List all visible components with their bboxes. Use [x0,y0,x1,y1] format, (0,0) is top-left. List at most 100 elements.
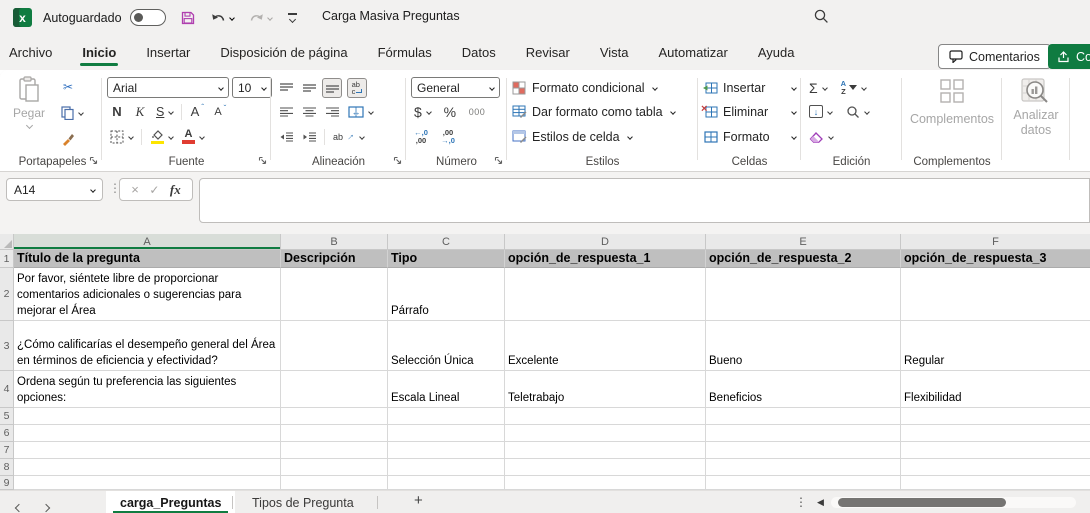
column-header-D[interactable]: D [505,234,706,250]
insert-function-icon[interactable]: fx [170,182,181,198]
tab-disposicion[interactable]: Disposición de página [218,37,349,68]
number-dialog-launcher-icon[interactable] [494,156,503,165]
tab-automatizar[interactable]: Automatizar [657,37,730,68]
cell-E3[interactable]: Bueno [706,321,901,371]
cell-A5[interactable] [14,408,281,425]
tab-formulas[interactable]: Fórmulas [376,37,434,68]
cell-A3[interactable]: ¿Cómo calificarías el desempeño general … [14,321,281,371]
increase-font-button[interactable]: Aˆ [187,102,207,122]
column-header-F[interactable]: F [901,234,1090,250]
cell-F9[interactable] [901,476,1090,490]
row-header-7[interactable]: 7 [0,442,14,459]
number-format-select[interactable]: General [411,77,500,98]
sheet-nav-right[interactable] [43,498,49,513]
cell-E2[interactable] [706,268,901,321]
search-button[interactable] [813,8,830,25]
copy-button[interactable] [58,103,86,123]
cell-A8[interactable] [14,459,281,476]
analyze-data-button[interactable]: Analizardatos [1003,78,1069,138]
cell-A6[interactable] [14,425,281,442]
currency-button[interactable]: $ [411,102,434,122]
cell-F2[interactable] [901,268,1090,321]
horizontal-scrollbar-track[interactable] [831,497,1076,508]
cell-F7[interactable] [901,442,1090,459]
align-bottom-button[interactable] [322,78,342,98]
customize-toolbar-button[interactable] [288,13,297,21]
add-sheet-button[interactable]: + [414,492,423,509]
cell-A1[interactable]: Título de la pregunta [14,250,281,268]
cell-B8[interactable] [281,459,388,476]
merge-center-button[interactable]: ↔ [345,102,376,122]
cell-E8[interactable] [706,459,901,476]
cell-F4[interactable]: Flexibilidad [901,371,1090,408]
align-center-button[interactable] [299,102,319,122]
scroll-left-arrow[interactable]: ◀ [817,497,824,508]
autosum-button[interactable]: Σ [806,78,830,98]
undo-button[interactable] [210,11,234,25]
cell-E7[interactable] [706,442,901,459]
delete-cells-button[interactable]: × Eliminar [703,102,796,122]
row-header-2[interactable]: 2 [0,268,14,321]
sort-filter-button[interactable]: AZ [838,78,869,98]
select-all-corner[interactable] [0,234,14,250]
cell-B4[interactable] [281,371,388,408]
row-header-6[interactable]: 6 [0,425,14,442]
insert-cells-button[interactable]: Insertar [703,78,796,98]
cell-C2[interactable]: Párrafo [388,268,505,321]
cell-E5[interactable] [706,408,901,425]
align-right-button[interactable] [322,102,342,122]
save-button[interactable] [180,10,196,26]
tab-ayuda[interactable]: Ayuda [756,37,797,68]
align-top-button[interactable] [276,78,296,98]
cell-F3[interactable]: Regular [901,321,1090,371]
cell-B6[interactable] [281,425,388,442]
tab-insertar[interactable]: Insertar [144,37,192,68]
comma-style-button[interactable]: 000 [466,102,489,122]
sheet-tab-carga-preguntas[interactable]: carga_Preguntas [106,491,235,513]
cell-D3[interactable]: Excelente [505,321,706,371]
cell-D7[interactable] [505,442,706,459]
decrease-indent-button[interactable] [276,127,296,147]
tab-datos[interactable]: Datos [460,37,498,68]
italic-button[interactable]: K [130,102,150,122]
font-name-select[interactable]: Arial [107,77,229,98]
font-dialog-launcher-icon[interactable] [258,156,267,165]
cell-E1[interactable]: opción_de_respuesta_2 [706,250,901,268]
cell-B1[interactable]: Descripción [281,250,388,268]
column-header-E[interactable]: E [706,234,901,250]
cell-F1[interactable]: opción_de_respuesta_3 [901,250,1090,268]
cell-D2[interactable] [505,268,706,321]
row-header-3[interactable]: 3 [0,321,14,371]
column-header-B[interactable]: B [281,234,388,250]
row-header-8[interactable]: 8 [0,459,14,476]
column-header-C[interactable]: C [388,234,505,250]
cell-D8[interactable] [505,459,706,476]
decrease-font-button[interactable]: Aˇ [210,102,230,122]
cell-B5[interactable] [281,408,388,425]
sheet-tab-tipos-de-pregunta[interactable]: Tipos de Pregunta [238,491,368,513]
row-header-1[interactable]: 1 [0,250,14,268]
cell-B2[interactable] [281,268,388,321]
cell-B9[interactable] [281,476,388,490]
cell-C9[interactable] [388,476,505,490]
font-size-select[interactable]: 10 [232,77,272,98]
tab-vista[interactable]: Vista [598,37,631,68]
sheet-nav-left[interactable] [16,498,22,513]
align-left-button[interactable] [276,102,296,122]
paste-button[interactable]: Pegar [10,76,48,128]
format-as-table-button[interactable]: Dar formato como tabla [512,102,675,122]
underline-button[interactable]: S [153,102,176,122]
excel-logo-icon[interactable]: x [13,8,32,27]
cell-C7[interactable] [388,442,505,459]
cell-B3[interactable] [281,321,388,371]
cancel-icon[interactable]: × [131,182,139,197]
addins-button[interactable]: Complementos [903,78,1001,126]
alignment-dialog-launcher-icon[interactable] [393,156,402,165]
tab-archivo[interactable]: Archivo [7,37,54,68]
percent-button[interactable]: % [440,102,460,122]
format-painter-button[interactable] [58,129,78,149]
clear-button[interactable] [806,127,836,147]
cell-A7[interactable] [14,442,281,459]
cell-A9[interactable] [14,476,281,490]
cell-D6[interactable] [505,425,706,442]
